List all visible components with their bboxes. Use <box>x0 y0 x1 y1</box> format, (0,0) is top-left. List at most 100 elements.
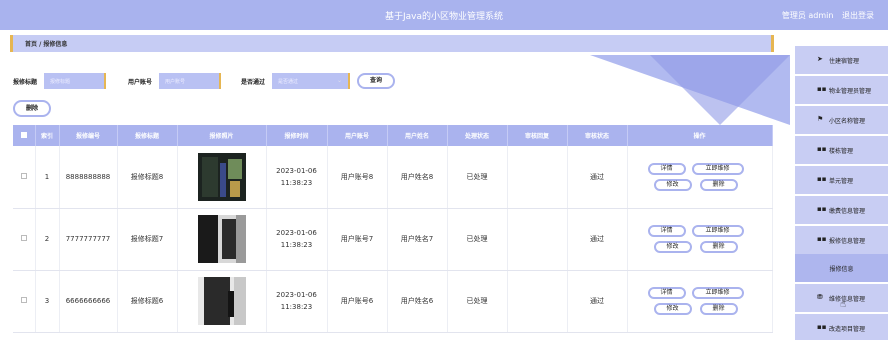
status-cell: 已处理 <box>447 208 508 271</box>
account-filter-label: 用户账号 <box>128 79 153 86</box>
decorative-shape <box>590 55 790 125</box>
row-checkbox[interactable] <box>20 235 27 241</box>
account-cell: 用户账号6 <box>327 270 388 333</box>
search-button[interactable]: 查询 <box>357 73 395 89</box>
status-cell: 已处理 <box>447 146 508 209</box>
row-checkbox[interactable] <box>20 172 27 179</box>
column-header: 处理状态 <box>447 125 508 146</box>
grid-icon: ▪▪ <box>817 235 827 243</box>
reply-cell <box>507 270 568 333</box>
sidebar-item-label: 报修信息 <box>829 266 854 273</box>
reply-cell <box>507 146 568 209</box>
sidebar-item-building[interactable]: ▪▪ 楼栋管理 <box>795 136 888 164</box>
repair-no-cell: 7777777777 <box>59 208 118 271</box>
top-bar: 基于Java的小区物业管理系统 管理员 admin 退出登录 <box>0 0 888 30</box>
edit-button[interactable]: 修改 <box>653 178 692 191</box>
user-role: 管理员 admin <box>781 11 834 20</box>
sidebar-item-label: 单元管理 <box>829 178 854 185</box>
sidebar-item-label: 改造项目管理 <box>829 326 866 333</box>
index-cell: 1 <box>35 146 60 209</box>
detail-button[interactable]: 详情 <box>647 225 686 237</box>
column-header: 审核状态 <box>567 125 628 146</box>
detail-button[interactable]: 详情 <box>647 162 686 175</box>
edit-button[interactable]: 修改 <box>653 303 692 315</box>
title-filter-label: 报修标题 <box>13 79 38 86</box>
account-cell: 用户账号8 <box>327 146 388 209</box>
sidebar-item-payment[interactable]: ▪▪ 缴费信息管理 <box>795 196 888 224</box>
row-select-cell[interactable] <box>13 146 36 209</box>
time-cell: 2023-01-06 11:38:23 <box>266 146 328 209</box>
sidebar-subitem-repair-info[interactable]: 报修信息 <box>795 254 888 282</box>
row-actions: 详情 立即维修 修改 删除 <box>628 283 772 319</box>
detail-button[interactable]: 详情 <box>647 287 686 299</box>
time-cell: 2023-01-06 11:38:23 <box>266 208 328 271</box>
delete-button[interactable]: 删除 <box>699 303 738 315</box>
edit-button[interactable]: 修改 <box>653 241 692 253</box>
hand-cursor-icon: ☝ <box>840 299 847 310</box>
time-cell: 2023-01-06 11:38:23 <box>266 270 328 333</box>
flag-icon: ⚑ <box>817 115 824 123</box>
sidebar-item-property-admin[interactable]: ▪▪ 物业管理员管理 <box>795 76 888 104</box>
index-cell: 2 <box>35 208 60 271</box>
passed-filter-value: 是否通过 <box>278 79 299 85</box>
column-header: 报修照片 <box>177 125 267 146</box>
logout-link[interactable]: 退出登录 <box>842 11 874 20</box>
repair-photo[interactable] <box>197 152 246 201</box>
column-header: 报修标题 <box>117 125 178 146</box>
repair-now-button[interactable]: 立即维修 <box>691 162 744 175</box>
title-filter-input[interactable]: 报修标题 <box>44 73 106 89</box>
name-cell: 用户姓名7 <box>387 208 448 271</box>
column-header: 用户姓名 <box>387 125 448 146</box>
sidebar-item-label: 小区名称管理 <box>829 118 866 125</box>
app-title: 基于Java的小区物业管理系统 <box>384 12 503 22</box>
delete-button[interactable]: 删除 <box>699 241 738 253</box>
chevron-down-icon: ⌄ <box>336 77 342 84</box>
column-header: 审核回复 <box>507 125 568 146</box>
title-cell: 报修标题6 <box>117 270 178 333</box>
sidebar-item-repair[interactable]: ▪▪ 报修信息管理 <box>795 226 888 254</box>
sidebar-item-unit[interactable]: ▪▪ 单元管理 <box>795 166 888 194</box>
ops-cell: 详情 立即维修 修改 删除 <box>627 270 773 333</box>
account-cell: 用户账号7 <box>327 208 388 271</box>
passed-filter-select[interactable]: 是否通过 ⌄ <box>272 73 350 89</box>
sidebar-item-label: 物业管理员管理 <box>829 88 872 95</box>
grid-icon: ▪▪ <box>817 145 827 153</box>
delete-button[interactable]: 删除 <box>699 178 738 191</box>
sidebar: ➤ 住建宿管理 ▪▪ 物业管理员管理 ⚑ 小区名称管理 ▪▪ 楼栋管理 ▪▪ 单… <box>793 30 888 340</box>
select-all-cell[interactable] <box>13 125 36 146</box>
sidebar-item-renovation[interactable]: ▪▪ 改造项目管理 <box>795 314 888 340</box>
sidebar-item-maintenance[interactable]: ⛃ 维修信息管理 ☝ <box>795 284 888 312</box>
sidebar-item-housing[interactable]: ➤ 住建宿管理 <box>795 46 888 74</box>
photo-cell <box>177 270 267 333</box>
table-row: 1 8888888888 报修标题8 2023-01-06 11:38:23 用… <box>13 146 773 209</box>
title-cell: 报修标题7 <box>117 208 178 271</box>
account-filter-input[interactable]: 用户账号 <box>159 73 221 89</box>
send-icon: ➤ <box>817 55 823 63</box>
column-header: 索引 <box>35 125 60 146</box>
user-area: 管理员 admin 退出登录 <box>776 10 874 21</box>
ops-cell: 详情 立即维修 修改 删除 <box>627 146 773 209</box>
repair-now-button[interactable]: 立即维修 <box>691 287 744 299</box>
row-select-cell[interactable] <box>13 208 36 271</box>
sidebar-item-label: 缴费信息管理 <box>829 208 866 215</box>
repair-photo[interactable] <box>197 215 246 263</box>
table-row: 3 6666666666 报修标题6 2023-01-06 11:38:23 用… <box>13 270 773 333</box>
breadcrumb-text: 首页 / 报修信息 <box>25 41 68 48</box>
repair-now-button[interactable]: 立即维修 <box>691 225 744 237</box>
grid-icon: ▪▪ <box>817 175 827 183</box>
select-all-checkbox[interactable] <box>20 131 27 138</box>
status-cell: 已处理 <box>447 270 508 333</box>
row-checkbox[interactable] <box>20 297 27 303</box>
row-actions: 详情 立即维修 修改 删除 <box>628 221 772 257</box>
sidebar-item-label: 楼栋管理 <box>829 148 854 155</box>
bulk-delete-button[interactable]: 删除 <box>13 100 51 117</box>
grid-icon: ▪▪ <box>817 85 827 93</box>
passed-filter-label: 是否通过 <box>241 79 266 86</box>
repair-photo[interactable] <box>197 277 246 325</box>
row-select-cell[interactable] <box>13 270 36 333</box>
grid-icon: ▪▪ <box>817 205 827 213</box>
index-cell: 3 <box>35 270 60 333</box>
grid-icon: ▪▪ <box>817 323 827 331</box>
sidebar-item-community[interactable]: ⚑ 小区名称管理 <box>795 106 888 134</box>
column-header: 用户账号 <box>327 125 388 146</box>
